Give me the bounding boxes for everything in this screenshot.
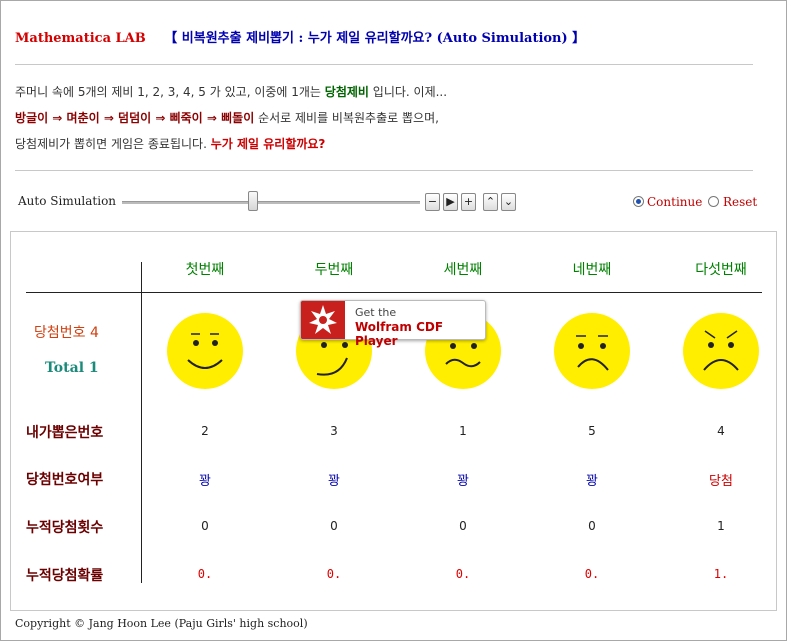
count-cell: 1 (717, 519, 725, 533)
column-header-2: 두번째 (314, 262, 354, 278)
table-column-rule (141, 262, 142, 583)
picked-cell: 1 (459, 424, 467, 438)
prob-cell: 0. (326, 567, 342, 581)
cdf-banner-line1: Get the (355, 306, 397, 319)
prob-cell: 0. (584, 567, 600, 581)
desc-order: 방글이 ⇒ 며춘이 ⇒ 덤덤이 ⇒ 삐죽이 ⇒ 삐돌이 (15, 111, 255, 125)
picked-cell: 3 (330, 424, 338, 438)
reset-radio[interactable] (708, 196, 719, 207)
copyright-footer: Copyright © Jang Hoon Lee (Paju Girls' h… (15, 617, 308, 630)
count-cell: 0 (588, 519, 596, 533)
cdf-banner-line2: Wolfram CDF Player (355, 320, 444, 348)
desc-highlight: 당첨제비 (324, 85, 369, 99)
prob-cell: 1. (713, 567, 729, 581)
continue-label[interactable]: Continue (647, 195, 702, 209)
frown-face-icon (554, 313, 630, 389)
desc-text: 순서로 제비를 비복원추출로 뽑으며, (254, 111, 439, 125)
desc-question: 누가 제일 유리할까요? (210, 137, 326, 151)
app-name: Mathematica LAB (15, 31, 146, 46)
desc-text: 당첨제비가 뽑히면 게임은 종료됩니다. (15, 137, 211, 151)
column-header-3: 세번째 (443, 262, 483, 278)
result-cell: 꽝 (328, 474, 340, 489)
simulation-slider[interactable] (122, 201, 420, 204)
row-label-prob: 누적당첨확률 (26, 568, 104, 584)
picked-cell: 5 (588, 424, 596, 438)
prob-cell: 0. (455, 567, 471, 581)
increment-button[interactable]: + (461, 193, 476, 211)
page-title: 【 비복원추출 제비뽑기 : 누가 제일 유리할까요? (Auto Simula… (164, 31, 586, 46)
divider-middle (15, 170, 753, 171)
total-count: Total 1 (45, 360, 99, 376)
result-cell: 꽝 (199, 474, 211, 489)
result-cell: 꽝 (457, 474, 469, 489)
reset-label[interactable]: Reset (723, 195, 757, 209)
angry-face-icon (683, 313, 759, 389)
desc-text: 입니다. 이제... (368, 85, 448, 99)
slower-button[interactable]: ⌄ (501, 193, 516, 211)
result-cell: 당첨 (709, 474, 733, 489)
description-line-2: 방글이 ⇒ 며춘이 ⇒ 덤덤이 ⇒ 삐죽이 ⇒ 삐돌이 순서로 제비를 비복원추… (15, 109, 439, 126)
cdf-player-banner[interactable]: Get the Wolfram CDF Player (300, 300, 486, 348)
picked-cell: 2 (201, 424, 209, 438)
table-header-rule (26, 292, 762, 293)
continue-radio[interactable] (633, 196, 644, 207)
count-cell: 0 (459, 519, 467, 533)
decrement-button[interactable]: − (425, 193, 440, 211)
column-header-4: 네번째 (572, 262, 612, 278)
desc-text: 주머니 속에 5개의 제비 1, 2, 3, 4, 5 가 있고, 이중에 1개… (15, 85, 325, 99)
row-label-result: 당첨번호여부 (26, 472, 104, 488)
page-header: Mathematica LAB 【 비복원추출 제비뽑기 : 누가 제일 유리할… (15, 27, 585, 46)
column-header-1: 첫번째 (185, 262, 225, 278)
play-button[interactable]: ▶ (443, 193, 458, 211)
picked-cell: 4 (717, 424, 725, 438)
row-label-picked: 내가뽑은번호 (26, 425, 104, 441)
count-cell: 0 (330, 519, 338, 533)
result-cell: 꽝 (586, 474, 598, 489)
slider-thumb[interactable] (248, 191, 258, 211)
smile-face-icon (167, 313, 243, 389)
description-line-1: 주머니 속에 5개의 제비 1, 2, 3, 4, 5 가 있고, 이중에 1개… (15, 83, 447, 100)
prob-cell: 0. (197, 567, 213, 581)
simulation-panel (10, 231, 777, 611)
row-label-count: 누적당첨횟수 (26, 520, 104, 536)
auto-simulation-label: Auto Simulation (18, 194, 117, 208)
description-line-3: 당첨제비가 뽑히면 게임은 종료됩니다. 누가 제일 유리할까요? (15, 135, 325, 152)
count-cell: 0 (201, 519, 209, 533)
winning-number: 당첨번호 4 (34, 325, 99, 341)
wolfram-logo-icon (301, 301, 345, 339)
column-header-5: 다섯번째 (695, 262, 747, 278)
divider-top (15, 64, 753, 65)
faster-button[interactable]: ⌃ (483, 193, 498, 211)
